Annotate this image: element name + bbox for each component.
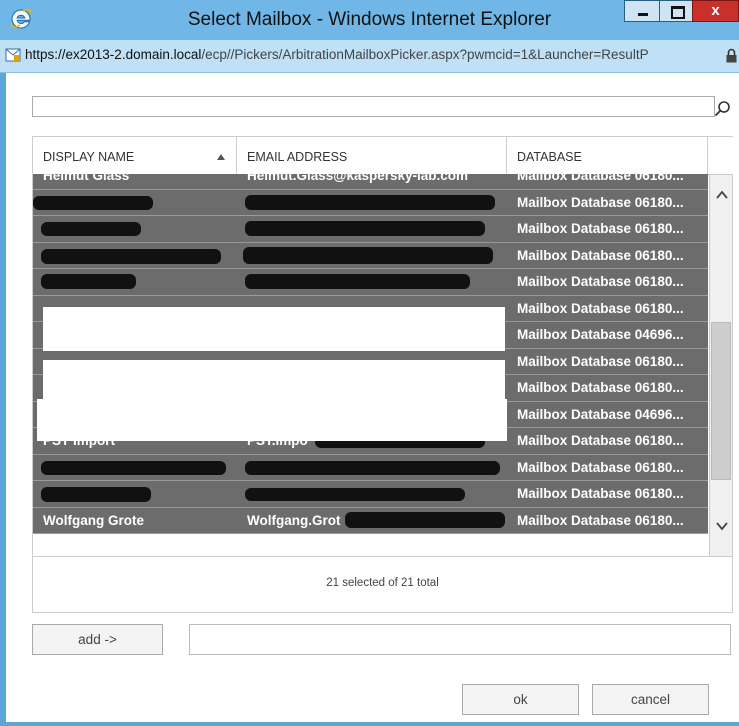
- redaction-mark: [243, 246, 493, 264]
- cell-database: Mailbox Database 06180...: [517, 274, 684, 289]
- redaction-mark: [41, 248, 221, 264]
- cell-email: Helmut.Glass@kaspersky-lab.com: [247, 174, 469, 183]
- table-row[interactable]: Mailbox Database 06180...: [33, 216, 708, 243]
- table-row[interactable]: Mailbox Database 06180...: [33, 481, 708, 508]
- grid-scrollbar[interactable]: [709, 175, 732, 556]
- redaction-mark: [41, 487, 151, 502]
- cell-database: Mailbox Database 06180...: [517, 433, 684, 448]
- selected-mailboxes-field[interactable]: [189, 624, 731, 655]
- lock-icon: [726, 48, 737, 63]
- maximize-button[interactable]: [659, 0, 693, 22]
- redaction-mark: [33, 195, 153, 210]
- add-button[interactable]: add ->: [32, 624, 163, 655]
- column-database[interactable]: DATABASE: [507, 137, 708, 174]
- window-bottom-border: [0, 722, 739, 726]
- redaction-mark: [345, 511, 505, 528]
- table-row[interactable]: Helmut Glass Helmut.Glass@kaspersky-lab.…: [33, 174, 708, 190]
- table-row[interactable]: Wolfgang Grote Wolfgang.Grot Mailbox Dat…: [33, 507, 708, 534]
- sort-ascending-icon: [217, 154, 225, 160]
- cell-display-name: Helmut Glass: [43, 174, 130, 183]
- cell-database: Mailbox Database 06180...: [517, 221, 684, 236]
- table-row[interactable]: Mailbox Database 06180...: [33, 242, 708, 269]
- table-row[interactable]: Mailbox Database 06180...: [33, 269, 708, 296]
- redaction-mark: [245, 488, 465, 501]
- cell-database: Mailbox Database 06180...: [517, 300, 684, 316]
- address-url[interactable]: https://ex2013-2.domain.local/ecp//Picke…: [25, 47, 731, 62]
- scroll-thumb[interactable]: [711, 322, 731, 480]
- ok-button[interactable]: ok: [462, 684, 579, 715]
- redaction-mark: [41, 274, 136, 289]
- cell-database: Mailbox Database 06180...: [517, 174, 684, 183]
- mailbox-grid: DISPLAY NAME EMAIL ADDRESS DATABASE Helm…: [32, 136, 733, 613]
- cell-database: Mailbox Database 04696...: [517, 406, 684, 422]
- search-input[interactable]: [32, 96, 715, 117]
- redaction-mark: [245, 221, 485, 236]
- redaction-overlay: [37, 399, 507, 441]
- cancel-button[interactable]: cancel: [592, 684, 709, 715]
- redaction-mark: [245, 194, 495, 210]
- cell-database: Mailbox Database 06180...: [517, 380, 684, 395]
- cell-database: Mailbox Database 06180...: [517, 194, 684, 210]
- minimize-button[interactable]: [624, 0, 660, 22]
- chevron-down-icon[interactable]: [716, 520, 728, 532]
- address-domain: https://ex2013-2.domain.local: [25, 47, 202, 62]
- cell-database: Mailbox Database 06180...: [517, 486, 684, 501]
- cell-database: Mailbox Database 06180...: [517, 247, 684, 263]
- cell-database: Mailbox Database 06180...: [517, 512, 684, 528]
- column-email-address[interactable]: EMAIL ADDRESS: [237, 137, 507, 174]
- cell-database: Mailbox Database 04696...: [517, 327, 684, 342]
- chevron-up-icon[interactable]: [716, 189, 728, 201]
- cell-display-name: Wolfgang Grote: [43, 512, 144, 528]
- picker-content: DISPLAY NAME EMAIL ADDRESS DATABASE Helm…: [6, 73, 739, 726]
- column-display-name[interactable]: DISPLAY NAME: [33, 137, 237, 174]
- redaction-mark: [245, 274, 470, 289]
- close-icon: x: [711, 2, 720, 19]
- redaction-mark: [245, 460, 500, 475]
- table-row[interactable]: Mailbox Database 06180...: [33, 454, 708, 481]
- grid-rows: Helmut Glass Helmut.Glass@kaspersky-lab.…: [33, 174, 708, 556]
- selection-status: 21 selected of 21 total: [33, 556, 732, 612]
- table-row[interactable]: Mailbox Database 06180...: [33, 189, 708, 216]
- close-button[interactable]: x: [692, 0, 739, 22]
- redaction-overlay: [43, 360, 505, 402]
- redaction-mark: [41, 222, 141, 236]
- cell-database: Mailbox Database 06180...: [517, 353, 684, 369]
- page-icon: [5, 48, 21, 62]
- cell-database: Mailbox Database 06180...: [517, 459, 684, 475]
- redaction-overlay: [43, 307, 505, 351]
- title-bar[interactable]: Select Mailbox - Windows Internet Explor…: [0, 0, 739, 40]
- redaction-mark: [41, 460, 226, 475]
- grid-header: DISPLAY NAME EMAIL ADDRESS DATABASE: [33, 137, 733, 175]
- address-bar: https://ex2013-2.domain.local/ecp//Picke…: [0, 40, 739, 73]
- search-icon[interactable]: [714, 100, 731, 117]
- address-path: /ecp//Pickers/ArbitrationMailboxPicker.a…: [201, 47, 649, 62]
